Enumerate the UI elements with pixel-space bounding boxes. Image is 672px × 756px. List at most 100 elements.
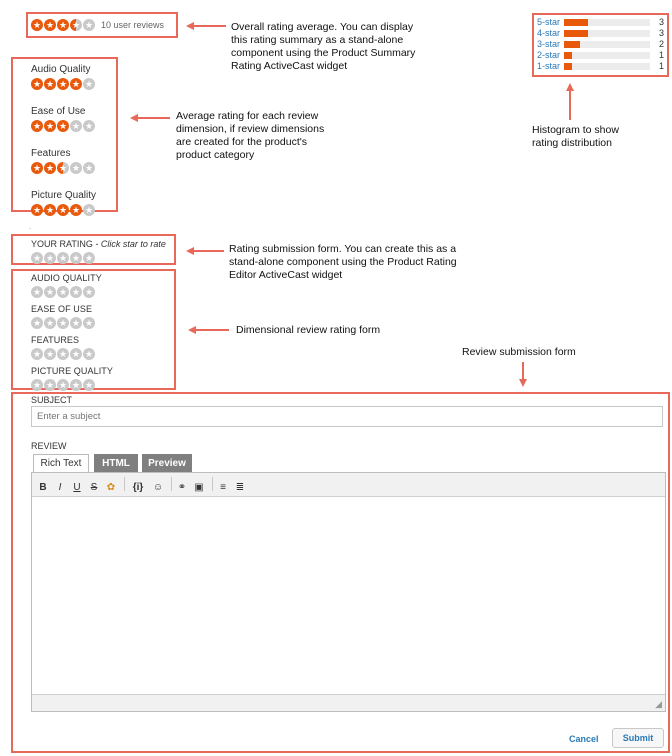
dimension-star-icon: ★ [83,204,95,216]
review-count-link[interactable]: 10 user reviews [101,20,164,30]
dimension-star-icon: ★ [57,204,69,216]
dimension-form-star-icon[interactable]: ★ [57,317,69,329]
dimension-rating: Picture Quality ★ ★ ★ ★ ★ [31,190,116,216]
callout-line: product category [176,149,255,161]
dimension-form-star-icon[interactable]: ★ [31,286,43,298]
histogram-row[interactable]: 3-star 2 [536,39,666,49]
histogram-bar-track [564,18,650,26]
dimension-rating: Ease of Use ★ ★ ★ ★ ★ [31,106,116,132]
code-icon[interactable]: {i} [128,481,148,495]
dimension-star-icon: ★ [31,162,43,174]
dimension-form-label: EASE OF USE [31,304,93,314]
histogram-row[interactable]: 2-star 1 [536,50,666,60]
histogram-count: 3 [658,17,664,27]
dimension-form-item: AUDIO QUALITY ★ ★ ★ ★ ★ [31,273,171,298]
dimension-form-stars[interactable]: ★ ★ ★ ★ ★ [31,286,171,298]
dimension-form-star-icon[interactable]: ★ [57,286,69,298]
histogram-row[interactable]: 4-star 3 [536,28,666,38]
histogram-row[interactable]: 1-star 1 [536,61,666,71]
dimension-form-star-icon[interactable]: ★ [44,286,56,298]
dimension-form-star-icon[interactable]: ★ [31,379,43,391]
histogram-row[interactable]: 5-star 3 [536,17,666,27]
callout-histogram: Histogram to show rating distribution [532,124,662,150]
histogram-bar [564,29,589,37]
cancel-button[interactable]: Cancel [569,734,599,744]
summary-star-icon: ★ [83,19,95,31]
dimension-form-star-icon[interactable]: ★ [70,379,82,391]
dimension-form-star-icon[interactable]: ★ [57,348,69,360]
your-rating-hint: - Click star to rate [95,239,166,249]
histogram-label[interactable]: 2-star [536,50,560,60]
resize-handle-icon[interactable]: ◢ [655,699,662,710]
your-rating-star-icon[interactable]: ★ [70,252,82,264]
histogram-count: 1 [658,61,664,71]
bullet-list-icon[interactable]: ≣ [233,481,247,495]
dimension-form-star-icon[interactable]: ★ [44,348,56,360]
dimension-form-star-icon[interactable]: ★ [83,286,95,298]
dimension-star-icon: ★ [44,120,56,132]
dimension-form-stars[interactable]: ★ ★ ★ ★ ★ [31,317,171,329]
subject-input[interactable] [31,406,663,427]
dimension-ratings: Audio Quality ★ ★ ★ ★ ★ Ease of Use ★ ★ ★ ★ ★ Featur… [31,64,116,216]
tab-preview[interactable]: Preview [142,454,192,472]
histogram-bar-track [564,51,650,59]
histogram-label[interactable]: 3-star [536,39,560,49]
review-label: REVIEW [31,441,67,451]
dimension-form-star-icon[interactable]: ★ [44,379,56,391]
dimension-form-stars[interactable]: ★ ★ ★ ★ ★ [31,348,171,360]
dimension-form-star-icon[interactable]: ★ [57,379,69,391]
your-rating-star-icon[interactable]: ★ [57,252,69,264]
dimension-label: Ease of Use [31,106,86,117]
strikethrough-icon[interactable]: S [87,481,101,495]
histogram-bar [564,62,572,70]
tab-rich-text[interactable]: Rich Text [33,454,89,472]
callout-summary: Overall rating average. You can display t… [231,21,441,73]
style-icon[interactable]: ✿ [104,481,118,495]
italic-icon[interactable]: I [53,481,67,495]
your-rating-star-icon[interactable]: ★ [44,252,56,264]
summary-star-icon: ★ [70,19,82,31]
underline-icon[interactable]: U [70,481,84,495]
histogram-bar-track [564,29,650,37]
dimension-form-star-icon[interactable]: ★ [83,379,95,391]
histogram-label[interactable]: 1-star [536,61,560,71]
callout-line: rating distribution [532,137,612,149]
histogram-bar [564,51,572,59]
dimension-form-star-icon[interactable]: ★ [31,317,43,329]
callout-line: Overall rating average. You can display [231,21,414,33]
your-rating-star-icon[interactable]: ★ [83,252,95,264]
dimension-form-stars[interactable]: ★ ★ ★ ★ ★ [31,379,171,391]
tab-html[interactable]: HTML [94,454,138,472]
submit-button[interactable]: Submit [612,728,664,748]
dimension-star-icon: ★ [57,78,69,90]
editor-body[interactable] [32,497,665,694]
dimension-form-item: FEATURES ★ ★ ★ ★ ★ [31,335,171,360]
dimension-form-star-icon[interactable]: ★ [70,286,82,298]
dimension-star-icon: ★ [70,120,82,132]
dimension-star-icon: ★ [83,78,95,90]
emoji-icon[interactable]: ☺ [151,481,165,495]
callout-line: stand-alone component using the Product … [229,256,457,268]
callout-line: Dimensional review rating form [236,324,381,336]
dimension-star-icon: ★ [44,204,56,216]
dimension-star-icon: ★ [31,204,43,216]
dimension-star-icon: ★ [57,120,69,132]
histogram-label[interactable]: 4-star [536,28,560,38]
image-icon[interactable]: ▣ [192,481,206,495]
bold-icon[interactable]: B [36,481,50,495]
subject-label: SUBJECT [31,395,73,405]
your-rating-stars[interactable]: ★ ★ ★ ★ ★ [31,252,166,264]
rich-text-editor: B I U S ✿ {i} ☺ ⚭ ▣ ≡ ≣ ◢ [31,472,666,712]
ordered-list-icon[interactable]: ≡ [216,481,230,495]
link-icon[interactable]: ⚭ [175,481,189,495]
dimension-form-star-icon[interactable]: ★ [44,317,56,329]
callout-line: Rating ActiveCast widget [231,60,348,72]
dimension-form-star-icon[interactable]: ★ [31,348,43,360]
dimension-form-star-icon[interactable]: ★ [83,317,95,329]
dimension-form-star-icon[interactable]: ★ [70,348,82,360]
dimension-form-star-icon[interactable]: ★ [83,348,95,360]
histogram-label[interactable]: 5-star [536,17,560,27]
your-rating-star-icon[interactable]: ★ [31,252,43,264]
dimension-stars: ★ ★ ★ ★ ★ [31,162,116,174]
dimension-form-star-icon[interactable]: ★ [70,317,82,329]
